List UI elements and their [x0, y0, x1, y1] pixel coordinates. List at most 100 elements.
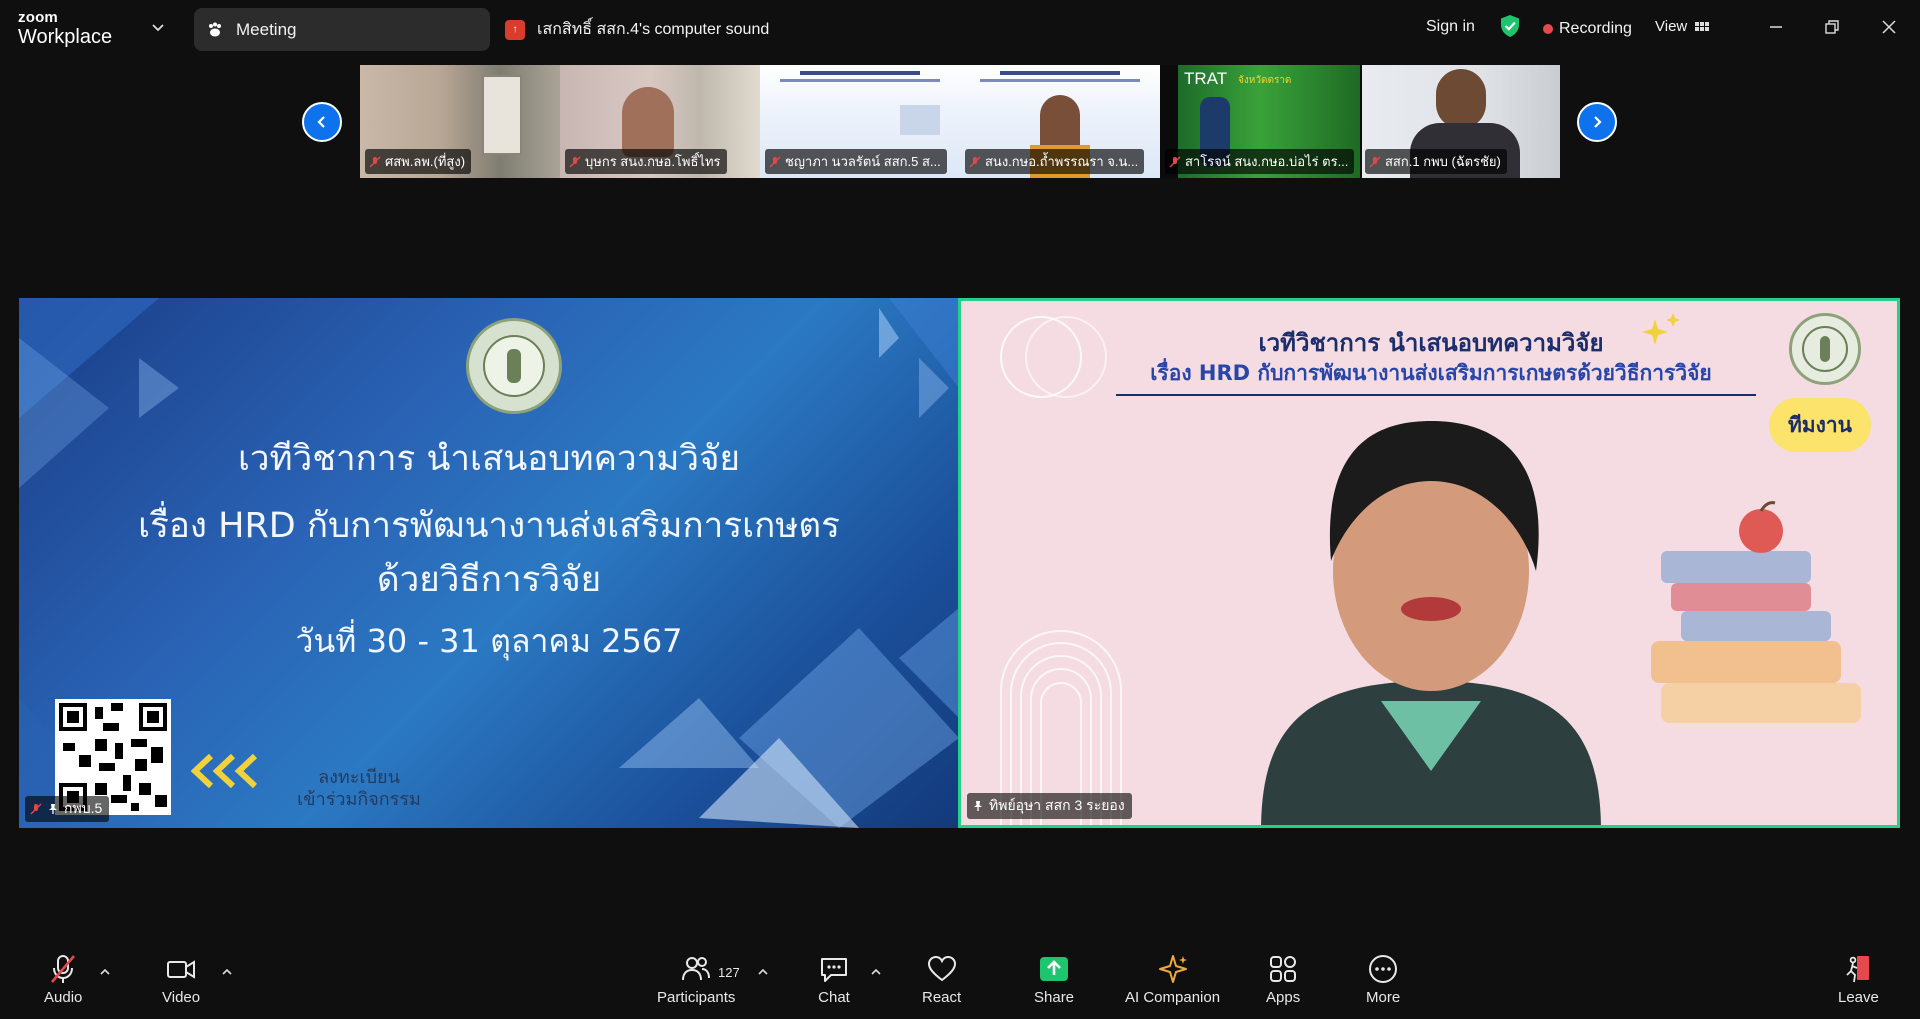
muted-mic-icon — [30, 803, 42, 815]
audio-button[interactable]: Audio — [44, 953, 82, 1006]
grid-icon — [1695, 21, 1710, 31]
more-label: More — [1366, 989, 1401, 1006]
recording-label: Recording — [1559, 20, 1632, 37]
slide-text-line — [780, 79, 940, 82]
leave-door-icon — [1846, 956, 1870, 983]
chevron-down-icon[interactable] — [150, 19, 166, 35]
close-button[interactable] — [1876, 14, 1902, 40]
video-camera-icon — [167, 960, 196, 979]
more-icon — [1369, 955, 1398, 983]
pin-icon — [974, 801, 982, 811]
apps-button[interactable]: Apps — [1266, 953, 1300, 1006]
participant-video-tile[interactable]: TRAT จังหวัดตราด สาโรจน์ สนง.กษอ.บ่อไร่ … — [1160, 65, 1360, 178]
participants-label: Participants — [657, 989, 736, 1006]
next-page-button[interactable] — [1577, 102, 1617, 142]
screen-share-indicator[interactable]: ↑ เสกสิทธิ์ สสก.4's computer sound — [505, 17, 769, 42]
meeting-toolbar: Audio Video Participants 127 Chat React … — [0, 945, 1920, 1019]
minimize-icon — [1770, 26, 1782, 28]
chat-button[interactable]: Chat — [818, 953, 850, 1006]
slide-line-3: ด้วยวิธีการวิจัย — [376, 560, 602, 600]
trat-banner-sub: จังหวัดตราด — [1238, 75, 1292, 86]
audio-label: Audio — [44, 989, 83, 1006]
chevron-right-icon — [1594, 116, 1602, 128]
brand-large: Workplace — [18, 26, 113, 48]
book-shape — [900, 105, 940, 135]
department-seal-icon — [466, 318, 562, 414]
view-button[interactable]: View — [1655, 18, 1710, 35]
heading-underline — [1116, 394, 1756, 396]
muted-mic-icon — [51, 955, 76, 983]
muted-mic-icon — [969, 156, 981, 167]
slide-line-2: เรื่อง HRD กับการพัฒนางานส่งเสริมการเกษต… — [138, 506, 840, 546]
muted-mic-icon — [369, 156, 381, 167]
restore-icon — [1825, 20, 1839, 34]
team-badge: ทีมงาน — [1769, 398, 1871, 452]
muted-mic-icon — [1369, 156, 1381, 167]
participant-name-label: สนง.กษอ.ถ้ำพรรณรา จ.น... — [965, 149, 1145, 174]
app-logo: zoom Workplace — [18, 10, 112, 47]
brand-small: zoom — [18, 9, 58, 26]
close-icon — [1882, 20, 1896, 34]
react-button[interactable]: React — [922, 953, 961, 1006]
more-button[interactable]: More — [1366, 953, 1400, 1006]
video-button[interactable]: Video — [162, 953, 200, 1006]
paw-icon — [209, 22, 221, 36]
chevrons-left-icon — [191, 754, 258, 788]
participant-strip: ศสพ.ลพ.(ที่สูง) บุษกร สนง.กษอ.โพธิ์ไทร ช… — [360, 65, 1560, 178]
share-badge-icon: ↑ — [505, 19, 525, 40]
chevron-up-icon[interactable] — [220, 965, 234, 979]
tile-name-label: ทิพย์อุษา สสก 3 ระยอง — [967, 793, 1132, 819]
chevron-up-icon[interactable] — [869, 965, 883, 979]
participant-name-label: สสก.1 กพบ (ฉัตรชัย) — [1365, 149, 1507, 174]
react-label: React — [922, 989, 962, 1006]
share-button[interactable]: Share — [1034, 953, 1074, 1006]
sign-in-button[interactable]: Sign in — [1426, 18, 1475, 36]
slide-heading-2: เรื่อง HRD กับการพัฒนางานส่งเสริมการเกษต… — [1150, 361, 1712, 385]
chat-bubble-icon — [821, 958, 847, 982]
participant-video-tile[interactable]: บุษกร สนง.กษอ.โพธิ์ไทร — [560, 65, 760, 178]
slide-date: วันที่ 30 - 31 ตุลาคม 2567 — [295, 622, 683, 660]
chevron-left-icon — [317, 116, 325, 128]
participants-count: 127 — [718, 965, 740, 980]
previous-page-button[interactable] — [302, 102, 342, 142]
tile-name-label: กพบ.5 — [25, 796, 110, 822]
shared-slide-video-tile[interactable]: เวทีวิชาการ นำเสนอบทความวิจัย เรื่อง HRD… — [19, 298, 959, 828]
department-seal-icon — [1789, 313, 1861, 385]
ai-companion-button[interactable]: AI Companion — [1125, 953, 1220, 1006]
share-status-text: เสกสิทธิ์ สสก.4's computer sound — [537, 21, 770, 38]
share-screen-icon — [1040, 957, 1069, 981]
apps-label: Apps — [1266, 989, 1301, 1006]
muted-mic-icon — [769, 156, 781, 167]
participant-name-label: สาโรจน์ สนง.กษอ.บ่อไร่ ตร... — [1165, 149, 1355, 174]
minimize-button[interactable] — [1763, 14, 1789, 40]
chat-label: Chat — [818, 989, 850, 1006]
recording-indicator[interactable]: Recording — [1543, 20, 1632, 38]
participant-video-tile[interactable]: ศสพ.ลพ.(ที่สูง) — [360, 65, 560, 178]
participant-silhouette — [622, 87, 674, 157]
participant-video-tile[interactable]: สสก.1 กพบ (ฉัตรชัย) — [1360, 65, 1560, 178]
participant-name-label: ชญาภา นวลรัตน์ สสก.5 ส... — [765, 149, 947, 174]
participant-video-tile[interactable]: สนง.กษอ.ถ้ำพรรณรา จ.น... — [960, 65, 1160, 178]
active-speaker-video-tile[interactable]: เวทีวิชาการ นำเสนอบทความวิจัย เรื่อง HRD… — [958, 298, 1900, 828]
heart-icon — [927, 955, 956, 982]
muted-mic-icon — [569, 156, 581, 167]
trat-banner: TRAT — [1184, 69, 1228, 88]
shield-icon[interactable] — [1499, 14, 1521, 38]
leave-label: Leave — [1838, 989, 1879, 1006]
share-label: Share — [1034, 989, 1075, 1006]
apps-icon — [1270, 956, 1297, 982]
participant-video-tile[interactable]: ชญาภา นวลรัตน์ สสก.5 ส... — [760, 65, 960, 178]
ai-companion-label: AI Companion — [1125, 989, 1221, 1006]
cabinet-shape — [482, 75, 522, 155]
participant-name-label: ศสพ.ลพ.(ที่สูง) — [365, 149, 472, 174]
view-label: View — [1655, 18, 1688, 35]
muted-mic-icon — [1169, 156, 1181, 167]
leave-button[interactable]: Leave — [1838, 953, 1879, 1006]
chevron-up-icon[interactable] — [98, 965, 112, 979]
chevron-up-icon[interactable] — [756, 965, 770, 979]
video-label: Video — [162, 989, 201, 1006]
meeting-tab[interactable]: Meeting — [194, 8, 490, 51]
restore-button[interactable] — [1819, 14, 1845, 40]
register-line-2: เข้าร่วมกิจกรรม — [297, 789, 421, 810]
pin-icon — [49, 804, 57, 814]
